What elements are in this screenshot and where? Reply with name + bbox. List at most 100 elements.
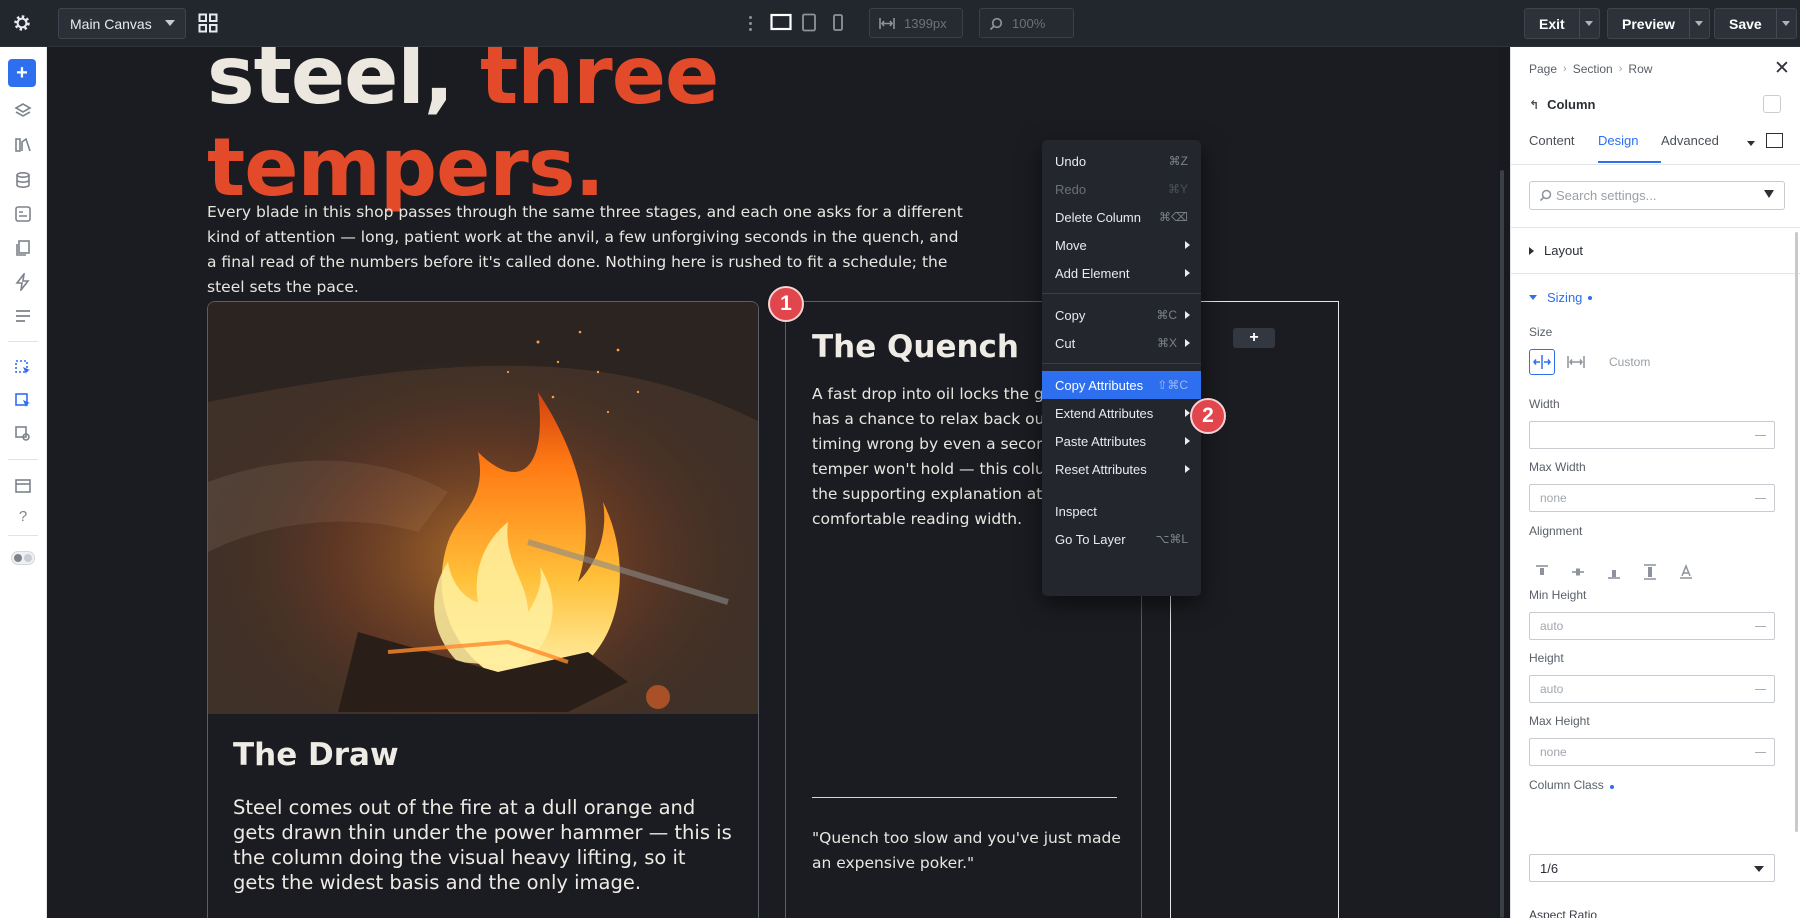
min-height-field[interactable]: auto: [1529, 612, 1775, 640]
save-button[interactable]: Save: [1714, 8, 1797, 39]
chevron-down-icon[interactable]: [1688, 9, 1709, 38]
column-card-draw[interactable]: The Draw Steel comes out of the fire at …: [207, 301, 759, 918]
canvas-scrollbar[interactable]: [1500, 170, 1504, 918]
menu-item-inspect[interactable]: Inspect: [1042, 497, 1201, 525]
chevron-down-icon[interactable]: [1578, 9, 1599, 38]
menu-item-undo[interactable]: Undo ⌘Z: [1042, 147, 1201, 175]
height-field[interactable]: auto: [1529, 675, 1775, 703]
tablet-view-icon[interactable]: [801, 13, 817, 38]
section-sizing[interactable]: Sizing: [1529, 290, 1593, 305]
close-icon[interactable]: ✕: [1773, 59, 1791, 78]
breadcrumb-item[interactable]: Section: [1573, 62, 1613, 76]
search-settings-input[interactable]: Search settings...: [1529, 181, 1785, 210]
menu-item-move[interactable]: Move: [1042, 231, 1201, 259]
tab-design[interactable]: Design: [1598, 133, 1638, 148]
menu-item-paste-attributes[interactable]: Paste Attributes: [1042, 427, 1201, 455]
caret-right-icon: [1529, 246, 1534, 255]
align-baseline-icon[interactable]: [1677, 563, 1697, 583]
multi-select-icon[interactable]: [10, 388, 36, 414]
menu-item-extend-attributes[interactable]: Extend Attributes: [1042, 399, 1201, 427]
search-icon: [989, 17, 1003, 31]
back-arrow-icon[interactable]: ↰: [1529, 98, 1539, 112]
align-top-icon[interactable]: [1533, 563, 1553, 583]
add-module-button[interactable]: +: [1233, 328, 1275, 348]
panel-scrollbar[interactable]: [1795, 232, 1798, 832]
exit-button[interactable]: Exit: [1524, 8, 1600, 39]
phone-view-icon[interactable]: [831, 13, 845, 38]
menu-item-add-element[interactable]: Add Element: [1042, 259, 1201, 287]
zoom-readout[interactable]: 100%: [979, 8, 1074, 38]
design-canvas[interactable]: steel, three tempers. Every blade in thi…: [47, 47, 1497, 918]
column-class-value: 1/6: [1540, 860, 1559, 876]
gear-icon[interactable]: [10, 11, 34, 35]
align-bottom-icon[interactable]: [1605, 563, 1625, 583]
tab-advanced[interactable]: Advanced: [1661, 133, 1719, 148]
shortcut-label: ⌘Z: [1168, 154, 1188, 168]
max-width-label: Max Width: [1529, 460, 1586, 474]
submenu-arrow-icon: [1185, 311, 1190, 319]
settings-toggle-icon[interactable]: [1763, 95, 1781, 113]
pages-icon[interactable]: [10, 235, 36, 261]
preview-button[interactable]: Preview: [1607, 8, 1710, 39]
add-element-button[interactable]: +: [8, 59, 36, 87]
forge-fire-image: [208, 302, 758, 714]
preset-icon[interactable]: [1766, 133, 1783, 148]
menu-item-go-to-layer[interactable]: Go To Layer ⌥⌘L: [1042, 525, 1201, 553]
theme-toggle-icon[interactable]: [10, 545, 36, 571]
lightning-icon[interactable]: [10, 269, 36, 295]
grid-icon[interactable]: [196, 11, 220, 35]
find-replace-icon[interactable]: [10, 421, 36, 447]
menu-item-copy[interactable]: Copy ⌘C: [1042, 301, 1201, 329]
library-icon[interactable]: [10, 132, 36, 158]
filter-icon[interactable]: [1764, 190, 1774, 198]
breadcrumb-item[interactable]: Page: [1529, 62, 1557, 76]
unit-dash-icon: [1755, 498, 1766, 499]
height-label: Height: [1529, 651, 1564, 665]
canvas-select[interactable]: Main Canvas: [58, 8, 186, 39]
card-quote: "Quench too slow and you've just made an…: [812, 829, 1121, 872]
breadcrumb-item[interactable]: Row: [1628, 62, 1652, 76]
divider: [812, 797, 1117, 798]
search-placeholder: Search settings...: [1556, 188, 1657, 203]
shortcut-label: ⌥⌘L: [1155, 532, 1188, 546]
list-icon[interactable]: [10, 303, 36, 329]
portability-icon[interactable]: [10, 473, 36, 499]
chevron-down-icon[interactable]: [1775, 9, 1796, 38]
size-custom-option[interactable]: Custom: [1609, 355, 1650, 369]
menu-item-label: Extend Attributes: [1055, 405, 1154, 421]
unit-dash-icon: [1755, 752, 1766, 753]
divider: [1511, 164, 1800, 165]
menu-item-copy-attributes[interactable]: Copy Attributes ⇧⌘C: [1042, 371, 1201, 399]
divider: [1511, 273, 1800, 274]
max-height-field[interactable]: none: [1529, 738, 1775, 766]
layers-icon[interactable]: [10, 98, 36, 124]
menu-item-delete-column[interactable]: Delete Column ⌘⌫: [1042, 203, 1201, 231]
shortcut-label: ⌘X: [1156, 336, 1177, 350]
size-fixed-option[interactable]: [1563, 349, 1589, 375]
menu-item-label: Add Element: [1055, 265, 1130, 281]
drag-handle-icon[interactable]: [749, 13, 753, 33]
tab-content[interactable]: Content: [1529, 133, 1575, 148]
width-value: 1399px: [904, 15, 947, 31]
desktop-view-icon[interactable]: [770, 13, 792, 38]
size-fill-option[interactable]: [1529, 349, 1555, 375]
width-field[interactable]: [1529, 421, 1775, 449]
column-class-select[interactable]: 1/6: [1529, 854, 1775, 882]
menu-item-reset-attributes[interactable]: Reset Attributes: [1042, 455, 1201, 483]
align-middle-icon[interactable]: [1569, 563, 1589, 583]
help-icon[interactable]: ?: [10, 503, 36, 529]
section-title: Layout: [1544, 243, 1584, 258]
divider: [1511, 227, 1800, 228]
template-icon[interactable]: [10, 201, 36, 227]
chevron-down-icon[interactable]: [1747, 141, 1755, 146]
menu-item-cut[interactable]: Cut ⌘X: [1042, 329, 1201, 357]
zoom-value: 100%: [1012, 15, 1046, 31]
max-width-field[interactable]: none: [1529, 484, 1775, 512]
align-stretch-icon[interactable]: [1641, 563, 1661, 583]
database-icon[interactable]: [10, 167, 36, 193]
menu-item-redo[interactable]: Redo ⌘Y: [1042, 175, 1201, 203]
canvas-width-readout[interactable]: 1399px: [869, 8, 963, 38]
aspect-ratio-label: Aspect Ratio: [1529, 908, 1598, 918]
select-tool-icon[interactable]: [10, 355, 36, 381]
section-layout[interactable]: Layout: [1529, 243, 1583, 258]
